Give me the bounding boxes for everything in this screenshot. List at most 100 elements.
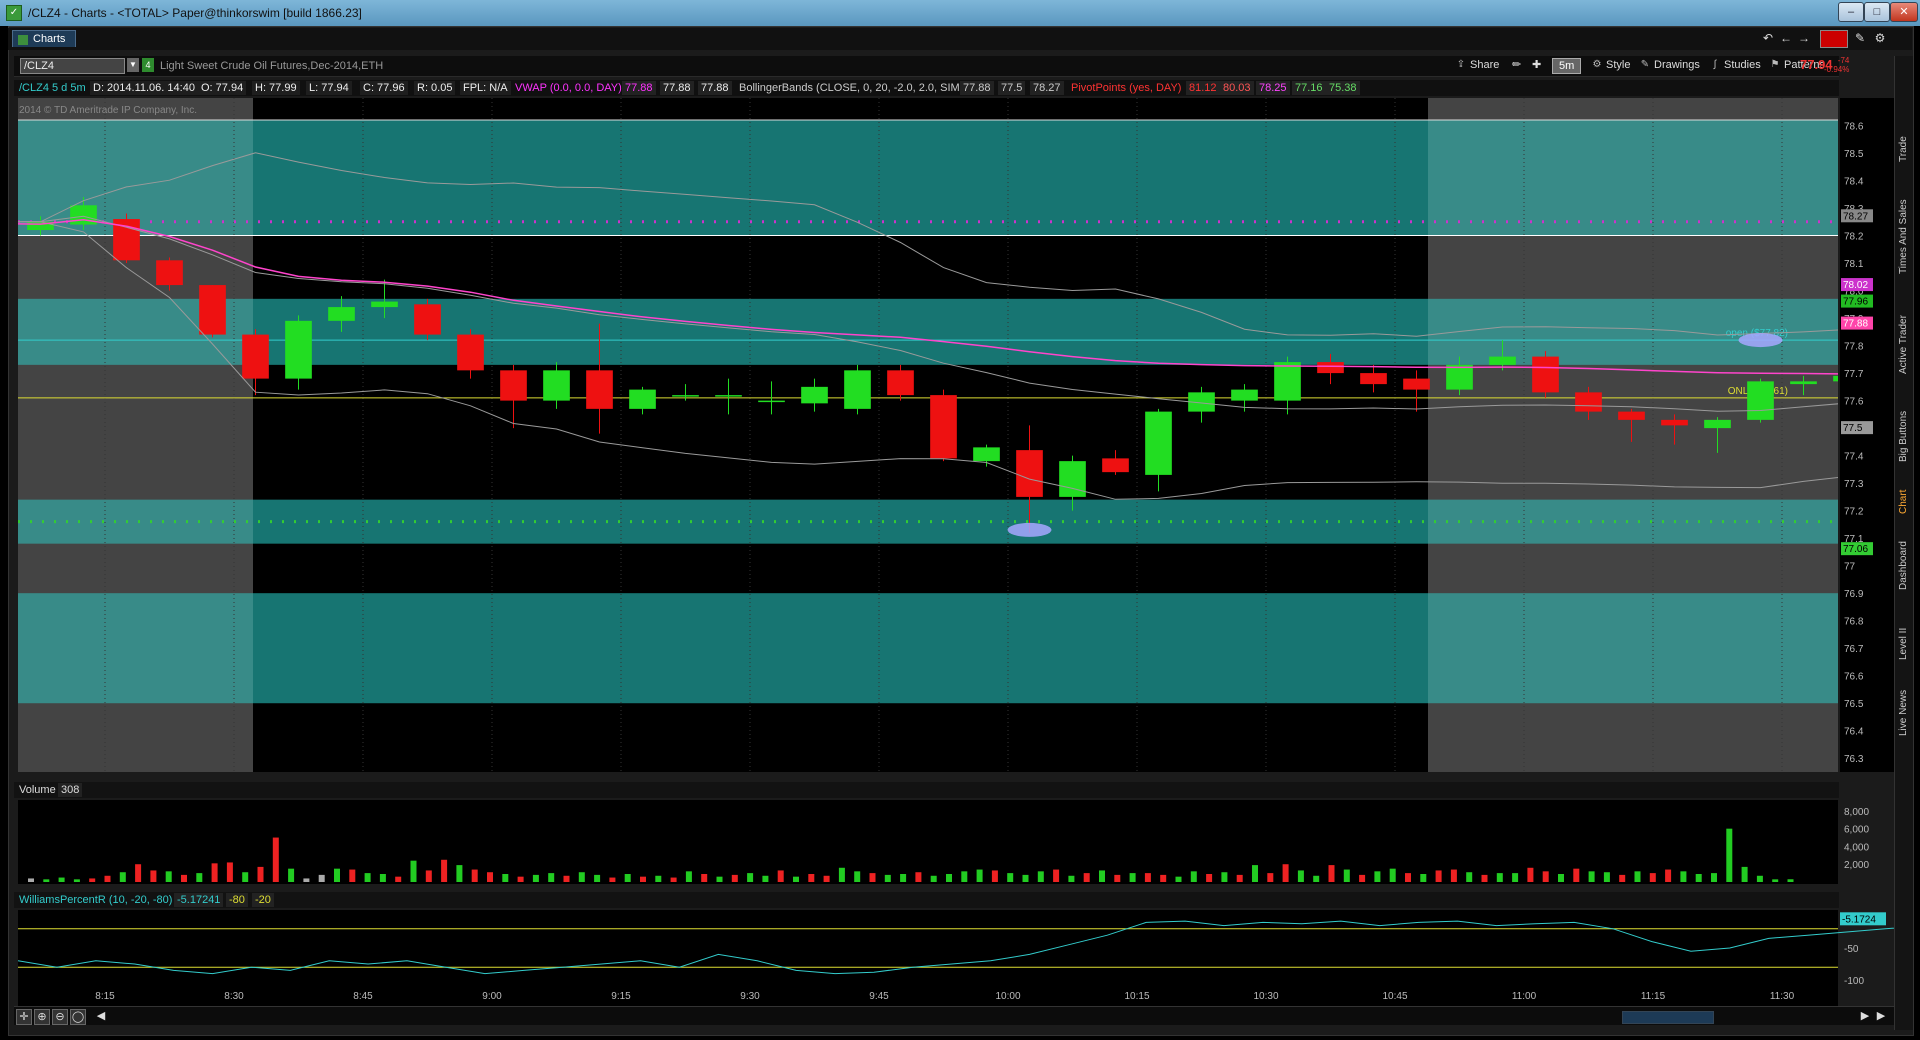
vwap-study-label[interactable]: VWAP (0.0, 0.0, DAY)	[512, 81, 625, 95]
tab-charts[interactable]: Charts	[12, 30, 77, 47]
sidebar-tab-label: Big Buttons	[1898, 410, 1909, 462]
price-tick: 78.1	[1844, 259, 1864, 270]
time-tick: 11:00	[1512, 991, 1537, 1002]
sidebar-tab-label: Trade	[1898, 136, 1909, 162]
volume-bar	[1695, 874, 1702, 882]
drawings-icon: ✎	[1640, 59, 1650, 70]
studies-button[interactable]: ∫ Studies	[1708, 58, 1765, 72]
scroll-right-icon[interactable]: ▶	[1858, 1009, 1872, 1023]
symbol-dropdown-icon[interactable]: ▼	[127, 58, 139, 72]
sidebar-tab-chart[interactable]: Chart	[1895, 468, 1913, 514]
sidebar-tab-dashboard[interactable]: Dashboard	[1895, 520, 1913, 590]
price-tick: 76.9	[1844, 589, 1864, 600]
expand-right-icon[interactable]: ▶	[1874, 1009, 1888, 1023]
volume-bar	[1068, 875, 1075, 882]
price-tick: 77.7	[1844, 369, 1864, 380]
scroll-left-icon[interactable]: ◀	[94, 1009, 108, 1023]
sidebar-tab-level-ii[interactable]: Level II	[1895, 596, 1913, 660]
info-range: R: 0.05	[414, 81, 456, 95]
drawings-label: Drawings	[1654, 59, 1700, 71]
info-symbol-range[interactable]: /CLZ4 5 d 5m	[16, 81, 89, 95]
volume-bar	[823, 875, 830, 882]
settings-icon[interactable]: ⚙	[1872, 30, 1888, 46]
pattern-marker[interactable]	[1007, 522, 1052, 537]
zoom-in-icon[interactable]: ⊕	[34, 1009, 50, 1025]
pan-tool-icon[interactable]: ◯	[70, 1009, 86, 1025]
candle-body	[758, 400, 785, 403]
volume-bar	[334, 868, 340, 882]
volume-bar	[1466, 872, 1473, 882]
volume-bar	[517, 876, 524, 882]
pivot-study-label[interactable]: PivotPoints (yes, DAY)	[1068, 81, 1184, 95]
color-link-icon[interactable]	[1820, 30, 1848, 48]
sidebar-tab-trade[interactable]: Trade	[1895, 116, 1913, 162]
minimize-button[interactable]: –	[1838, 2, 1864, 22]
price-tick: 77.2	[1844, 507, 1864, 518]
patterns-icon: ⚑	[1770, 59, 1780, 70]
zoom-out-icon[interactable]: ⊖	[52, 1009, 68, 1025]
price-change-points: -74	[1837, 56, 1850, 65]
price-axis[interactable]: 78.678.578.478.378.278.178.077.977.877.7…	[1840, 98, 1894, 772]
wrench-icon: ✚	[1532, 59, 1542, 71]
williams-param-2: -20	[252, 893, 274, 907]
candle-body	[930, 395, 957, 459]
info-fpl: FPL: N/A	[460, 81, 511, 95]
time-tick: 9:30	[740, 991, 760, 1002]
crosshair-tool-icon[interactable]: ✛	[16, 1009, 32, 1025]
volume-bar	[43, 879, 50, 882]
candle-body	[285, 320, 312, 379]
sidebar-tab-active-trader[interactable]: Active Trader	[1895, 280, 1913, 374]
pattern-marker[interactable]	[1738, 333, 1783, 348]
volume-bar	[150, 870, 157, 882]
volume-bar	[211, 863, 218, 882]
share-icon: ⇪	[1456, 59, 1466, 70]
back-arrow-icon[interactable]: ←	[1778, 30, 1794, 46]
time-tick: 10:45	[1382, 991, 1407, 1002]
vwap-value-3: 77.88	[698, 81, 732, 95]
timeframe-selector[interactable]: 5m	[1552, 58, 1582, 74]
volume-bar	[1680, 871, 1687, 882]
volume-bar	[1665, 869, 1672, 882]
maximize-button[interactable]: □	[1864, 2, 1890, 22]
info-open: O: 77.94	[198, 81, 247, 95]
candle-body	[1575, 392, 1602, 412]
volume-bar	[685, 871, 692, 882]
bollinger-value-1: 77.88	[960, 81, 994, 95]
williams-label[interactable]: WilliamsPercentR (10, -20, -80)	[16, 893, 175, 907]
drawings-button[interactable]: ✎ Drawings	[1638, 58, 1704, 72]
chart-bottom-bar: ✛ ⊕ ⊖ ◯ ◀ ▶ ▶	[14, 1006, 1894, 1025]
williams-tick: -50	[1844, 944, 1859, 955]
candle-body	[1661, 419, 1688, 426]
volume-bar	[1603, 872, 1610, 882]
williams-chart[interactable]: -5.1724 -50 -100	[18, 910, 1894, 986]
chart-toolbar: /CLZ4 ▼ 4 Light Sweet Crude Oil Futures,…	[14, 56, 1849, 77]
sidebar-tab-live-news[interactable]: Live News	[1895, 666, 1913, 736]
pin-icon[interactable]: ✎	[1852, 30, 1868, 46]
close-button[interactable]: ✕	[1890, 2, 1918, 22]
candle-body	[414, 304, 441, 335]
volume-bar	[946, 874, 952, 882]
crosshair-button[interactable]: ✚	[1530, 58, 1543, 72]
symbol-input[interactable]: /CLZ4	[20, 58, 125, 74]
bollinger-study-label[interactable]: BollingerBands (CLOSE, 0, 20, -2.0, 2.0,…	[736, 81, 987, 95]
price-chart[interactable]: open ($77.82)ONL ($77.61)	[18, 98, 1838, 772]
forward-arrow-icon[interactable]: →	[1796, 30, 1812, 46]
symbol-link-icon[interactable]: 4	[142, 58, 154, 72]
volume-bar	[1190, 871, 1197, 882]
drawing-tools-button[interactable]: ✏	[1510, 58, 1523, 72]
sidebar-tab-big-buttons[interactable]: Big Buttons	[1895, 380, 1913, 462]
volume-bar	[747, 873, 754, 882]
horizontal-scrollbar-thumb[interactable]	[1622, 1011, 1714, 1024]
price-tick: 77.3	[1844, 479, 1864, 490]
volume-bar	[1450, 869, 1457, 882]
candle-body	[629, 389, 656, 409]
volume-label[interactable]: Volume	[16, 783, 59, 797]
time-axis[interactable]: 8:15 8:30 8:45 9:00 9:15 9:30 9:45 10:00 10:15 10…	[18, 986, 1838, 1006]
time-tick: 10:15	[1124, 991, 1149, 1002]
style-button[interactable]: ⚙ Style	[1590, 58, 1634, 72]
sidebar-tab-times-and-sales[interactable]: Times And Sales	[1895, 168, 1913, 274]
volume-bar	[1282, 864, 1289, 882]
volume-chart[interactable]: 8,000 6,000 4,000 2,000	[18, 800, 1894, 884]
undo-icon[interactable]: ↶	[1760, 30, 1776, 46]
share-button[interactable]: ⇪ Share	[1454, 58, 1503, 72]
